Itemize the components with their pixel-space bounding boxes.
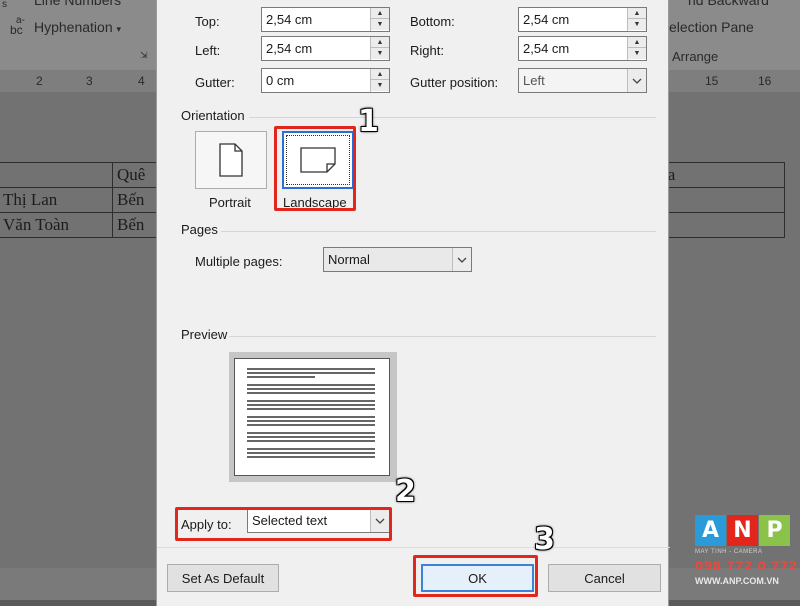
ruler-mark: 3 (86, 74, 93, 88)
table-cell (658, 187, 785, 213)
highlight-landscape (274, 126, 356, 211)
section-divider (249, 117, 656, 118)
logo-website: WWW.ANP.COM.VN (695, 576, 779, 586)
highlight-apply-to (175, 507, 392, 541)
spin-down-icon[interactable]: ▼ (371, 48, 389, 59)
gutter-position-select[interactable]: Left (518, 68, 647, 93)
spin-arrows[interactable]: ▲ ▼ (370, 37, 389, 60)
document-table-right: ja (658, 162, 785, 238)
table-row: Thị Lan Bến (0, 187, 163, 213)
spin-up-icon[interactable]: ▲ (628, 37, 646, 48)
spin-up-icon[interactable]: ▲ (371, 69, 389, 80)
chevron-down-icon[interactable] (452, 248, 471, 271)
spin-arrows[interactable]: ▲ ▼ (627, 37, 646, 60)
gutter-position-label: Gutter position: (410, 75, 499, 90)
portrait-page-icon (219, 143, 243, 177)
ribbon-icon-fragment: s (2, 0, 7, 10)
logo-tagline: MAY TINH - CAMERA (695, 549, 763, 555)
multiple-pages-label: Multiple pages: (195, 254, 283, 269)
ruler-mark: 16 (758, 74, 772, 88)
table-cell: Bến (112, 187, 163, 213)
dialog-launcher-icon[interactable]: ⇲ (140, 50, 148, 61)
left-margin-label: Left: (195, 43, 221, 58)
logo-phone: 098 772 0 772 (695, 559, 798, 573)
table-row: Quê (0, 162, 163, 188)
ruler-mark: 4 (138, 74, 145, 88)
arrange-group-label: Arrange (672, 49, 719, 64)
preview-text-lines (247, 368, 375, 458)
step-number-1: 1 (358, 104, 379, 139)
spin-down-icon[interactable]: ▼ (371, 80, 389, 91)
right-margin-value: 2,54 cm (523, 41, 570, 56)
right-margin-field[interactable]: 2,54 cm ▲ ▼ (518, 36, 647, 61)
table-row (658, 187, 785, 213)
table-cell: Văn Toàn (0, 212, 113, 238)
table-cell: ja (658, 162, 785, 188)
spin-arrows[interactable]: ▲ ▼ (370, 8, 389, 31)
logo-letter: A (695, 515, 726, 546)
gutter-field[interactable]: 0 cm ▲ ▼ (261, 68, 390, 93)
spin-up-icon[interactable]: ▲ (628, 8, 646, 19)
bottom-margin-label: Bottom: (410, 14, 455, 29)
top-margin-value: 2,54 cm (266, 12, 313, 27)
spin-down-icon[interactable]: ▼ (628, 48, 646, 59)
multiple-pages-select[interactable]: Normal (323, 247, 472, 272)
bottom-margin-field[interactable]: 2,54 cm ▲ ▼ (518, 7, 647, 32)
send-backward-button[interactable]: nd Backward (688, 0, 769, 8)
top-margin-label: Top: (195, 14, 220, 29)
ruler-mark: 2 (36, 74, 43, 88)
left-margin-field[interactable]: 2,54 cm ▲ ▼ (261, 36, 390, 61)
multiple-pages-value: Normal (328, 252, 370, 267)
gutter-value: 0 cm (266, 73, 295, 88)
cancel-button[interactable]: Cancel (548, 564, 661, 592)
table-row: Văn Toàn Bến (0, 212, 163, 238)
hyphenation-button[interactable]: Hyphenation ▾ (34, 19, 121, 35)
gutter-label: Gutter: (195, 75, 235, 90)
spin-arrows[interactable]: ▲ ▼ (627, 8, 646, 31)
portrait-button[interactable] (195, 131, 267, 189)
step-number-3: 3 (534, 522, 555, 557)
section-divider (229, 336, 656, 337)
line-numbers-button[interactable]: Line Numbers (34, 0, 121, 8)
table-cell: Quê (112, 162, 163, 188)
ruler-mark: 15 (705, 74, 719, 88)
step-number-2: 2 (395, 474, 416, 509)
chevron-down-icon[interactable] (627, 69, 646, 92)
table-cell (658, 212, 785, 238)
table-cell (0, 162, 113, 188)
logo-letter: P (759, 515, 790, 546)
section-divider (221, 231, 656, 232)
table-row: ja (658, 162, 785, 188)
anp-logo: A N P MAY TINH - CAMERA 098 772 0 772 WW… (693, 515, 797, 595)
pages-section-title: Pages (181, 222, 218, 237)
bottom-margin-value: 2,54 cm (523, 12, 570, 27)
highlight-ok-button (413, 555, 538, 597)
spin-arrows[interactable]: ▲ ▼ (370, 69, 389, 92)
logo-letter: N (727, 515, 758, 546)
orientation-section-title: Orientation (181, 108, 245, 123)
spin-down-icon[interactable]: ▼ (371, 19, 389, 30)
selection-pane-button[interactable]: election Pane (669, 19, 754, 35)
set-as-default-button[interactable]: Set As Default (167, 564, 279, 592)
top-margin-field[interactable]: 2,54 cm ▲ ▼ (261, 7, 390, 32)
spin-up-icon[interactable]: ▲ (371, 37, 389, 48)
spin-up-icon[interactable]: ▲ (371, 8, 389, 19)
document-table-left: Quê Thị Lan Bến Văn Toàn Bến (0, 162, 163, 238)
gutter-position-value: Left (523, 73, 545, 88)
table-row (658, 212, 785, 238)
spin-down-icon[interactable]: ▼ (628, 19, 646, 30)
left-margin-value: 2,54 cm (266, 41, 313, 56)
table-cell: Thị Lan (0, 187, 113, 213)
portrait-label: Portrait (209, 195, 251, 210)
footer-divider (157, 547, 670, 548)
preview-section-title: Preview (181, 327, 228, 342)
right-margin-label: Right: (410, 43, 444, 58)
preview-page (234, 358, 390, 476)
table-cell: Bến (112, 212, 163, 238)
